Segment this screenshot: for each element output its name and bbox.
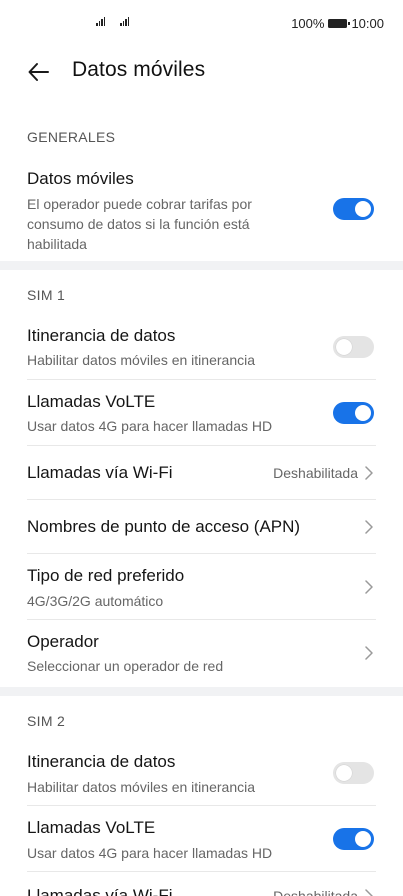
mobile-data-toggle[interactable] xyxy=(333,198,374,220)
sim1-roaming-title: Itinerancia de datos xyxy=(27,326,176,345)
mobile-data-description-line3: habilitada xyxy=(27,236,87,252)
sim2-roaming-toggle[interactable] xyxy=(333,762,374,784)
chevron-right-icon xyxy=(365,646,373,660)
sim2-roaming-row[interactable]: Itinerancia de datos Habilitar datos móv… xyxy=(27,740,376,806)
sim2-volte-row[interactable]: Llamadas VoLTE Usar datos 4G para hacer … xyxy=(27,806,376,872)
back-button[interactable] xyxy=(26,59,52,85)
mobile-data-description-line2: consumo de datos si la función está xyxy=(27,216,250,232)
sim1-volte-toggle[interactable] xyxy=(333,402,374,424)
chevron-right-icon xyxy=(365,466,373,480)
sim1-apn-row[interactable]: Nombres de punto de acceso (APN) xyxy=(27,500,376,554)
toggle-knob xyxy=(336,765,352,781)
section-header-sim1: SIM 1 xyxy=(27,287,66,303)
clock: 10:00 xyxy=(351,16,384,31)
sim1-operator-subtitle: Seleccionar un operador de red xyxy=(27,658,224,674)
toggle-knob xyxy=(355,201,371,217)
sim1-network-type-title: Tipo de red preferido xyxy=(27,566,185,585)
mobile-data-row[interactable]: Datos móviles El operador puede cobrar t… xyxy=(27,166,376,254)
sim1-wifi-calls-title: Llamadas vía Wi-Fi xyxy=(27,463,173,482)
section-divider xyxy=(0,687,403,696)
battery-icon xyxy=(328,19,350,28)
mobile-data-description-line1: El operador puede cobrar tarifas por xyxy=(27,196,252,212)
status-right: 100% 10:00 xyxy=(291,16,384,31)
sim2-roaming-subtitle: Habilitar datos móviles en itinerancia xyxy=(27,779,255,795)
sim1-roaming-row[interactable]: Itinerancia de datos Habilitar datos móv… xyxy=(27,314,376,380)
toggle-knob xyxy=(355,405,371,421)
sim1-volte-row[interactable]: Llamadas VoLTE Usar datos 4G para hacer … xyxy=(27,380,376,446)
app-bar: Datos móviles xyxy=(0,52,403,92)
chevron-right-icon xyxy=(365,520,373,534)
sim1-roaming-toggle[interactable] xyxy=(333,336,374,358)
sim1-operator-title: Operador xyxy=(27,632,99,651)
sim2-wifi-calls-title: Llamadas vía Wi-Fi xyxy=(27,886,173,896)
arrow-left-icon xyxy=(28,63,49,81)
sim1-network-type-subtitle: 4G/3G/2G automático xyxy=(27,593,164,609)
sim2-volte-subtitle: Usar datos 4G para hacer llamadas HD xyxy=(27,845,273,861)
section-header-sim2: SIM 2 xyxy=(27,713,66,729)
sim1-apn-title: Nombres de punto de acceso (APN) xyxy=(27,517,301,536)
sim2-roaming-title: Itinerancia de datos xyxy=(27,752,176,771)
battery-percent: 100% xyxy=(291,16,325,31)
page-title: Datos móviles xyxy=(72,58,206,81)
signal-sim2-icon xyxy=(120,17,130,26)
chevron-right-icon xyxy=(365,580,373,594)
signal-sim1-icon xyxy=(96,17,106,26)
sim1-network-type-row[interactable]: Tipo de red preferido 4G/3G/2G automátic… xyxy=(27,554,376,620)
sim1-volte-subtitle: Usar datos 4G para hacer llamadas HD xyxy=(27,418,273,434)
sim2-volte-toggle[interactable] xyxy=(333,828,374,850)
sim1-wifi-calls-value: Deshabilitada xyxy=(273,465,358,481)
status-bar: 100% 10:00 xyxy=(0,0,403,46)
sim1-roaming-subtitle: Habilitar datos móviles en itinerancia xyxy=(27,352,255,368)
chevron-right-icon xyxy=(365,889,373,896)
section-header-general: GENERALES xyxy=(27,129,116,145)
sim1-wifi-calls-row[interactable]: Llamadas vía Wi-Fi Deshabilitada xyxy=(27,446,376,500)
sim2-wifi-calls-row[interactable]: Llamadas vía Wi-Fi Deshabilitada xyxy=(27,872,376,896)
sim1-volte-title: Llamadas VoLTE xyxy=(27,392,156,411)
toggle-knob xyxy=(355,831,371,847)
mobile-data-title: Datos móviles xyxy=(27,169,134,188)
sim1-operator-row[interactable]: Operador Seleccionar un operador de red xyxy=(27,620,376,686)
sim2-wifi-calls-value: Deshabilitada xyxy=(273,888,358,896)
section-divider xyxy=(0,261,403,270)
toggle-knob xyxy=(336,339,352,355)
sim2-volte-title: Llamadas VoLTE xyxy=(27,818,156,837)
